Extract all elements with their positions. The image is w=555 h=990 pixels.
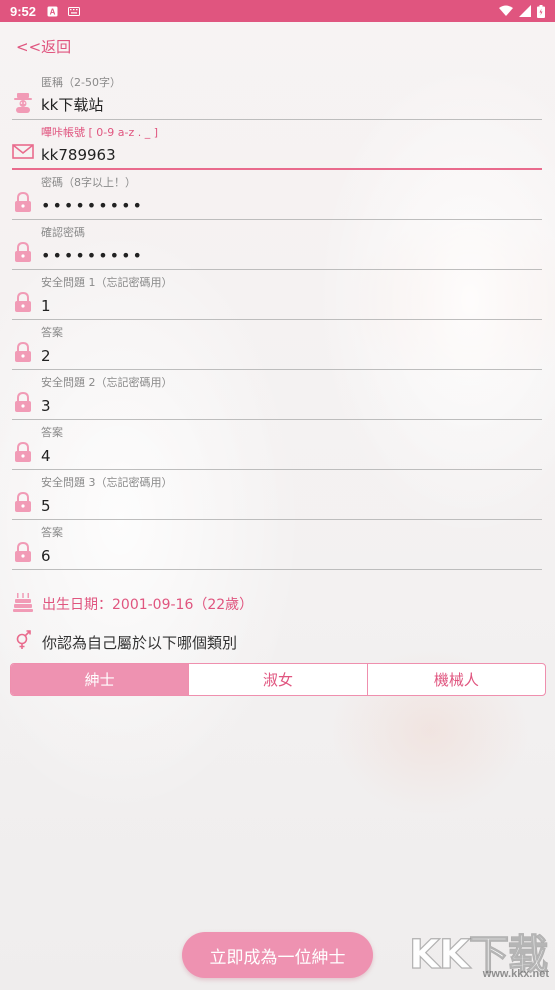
nickname-field[interactable]: 匿稱（2-50字） kk下载站: [12, 70, 542, 120]
gender-option-gentleman[interactable]: 紳士: [11, 664, 189, 695]
gender-icon: [12, 629, 34, 655]
svg-text:A: A: [49, 7, 55, 16]
watermark-url: www.kkx.net: [482, 968, 549, 980]
mail-icon: [12, 140, 34, 162]
field-value[interactable]: 3: [41, 397, 51, 415]
gender-option-robot[interactable]: 機械人: [366, 664, 545, 695]
birthday-row[interactable]: 出生日期：2001-09-16（22歲）: [12, 592, 253, 616]
field-value[interactable]: 5: [41, 497, 51, 515]
birthday-text[interactable]: 出生日期：2001-09-16（22歲）: [42, 594, 253, 614]
field-label: 匿稱（2-50字）: [41, 76, 121, 89]
field-label: 答案: [41, 426, 63, 439]
lock-icon: [12, 441, 34, 463]
field-label: 安全問題 2（忘記密碼用）: [41, 376, 173, 389]
security-question-1-field[interactable]: 安全問題 1（忘記密碼用） 1: [12, 270, 542, 320]
field-value[interactable]: kk下载站: [41, 94, 103, 115]
field-value[interactable]: •••••••••: [41, 246, 144, 265]
gender-question-text: 你認為自己屬於以下哪個類別: [42, 633, 238, 652]
field-label: 嗶咔帳號 [ 0-9 a-z . _ ]: [41, 126, 159, 139]
field-value[interactable]: kk789963: [41, 146, 116, 164]
field-value[interactable]: 4: [41, 447, 51, 465]
lock-icon: [12, 391, 34, 413]
lock-icon: [12, 541, 34, 563]
security-question-3-field[interactable]: 安全問題 3（忘記密碼用） 5: [12, 470, 542, 520]
user-icon: [12, 91, 34, 113]
signal-icon: [519, 5, 531, 17]
answer-2-field[interactable]: 答案 4: [12, 420, 542, 470]
lock-icon: [12, 191, 34, 213]
lock-icon: [12, 341, 34, 363]
a-icon: A: [46, 6, 58, 16]
back-link[interactable]: <<返回: [16, 36, 71, 57]
password-field[interactable]: 密碼（8字以上！） •••••••••: [12, 170, 542, 220]
lock-icon: [12, 291, 34, 313]
watermark: KK下载 www.kkx.net: [408, 922, 549, 986]
keyboard-icon: [68, 6, 81, 16]
field-label: 確認密碼: [41, 226, 85, 239]
field-value[interactable]: 1: [41, 297, 51, 315]
lock-icon: [12, 241, 34, 263]
answer-3-field[interactable]: 答案 6: [12, 520, 542, 570]
field-value[interactable]: 2: [41, 347, 51, 365]
field-label: 答案: [41, 526, 63, 539]
field-label: 安全問題 3（忘記密碼用）: [41, 476, 173, 489]
field-label: 答案: [41, 326, 63, 339]
battery-icon: [537, 4, 545, 18]
status-time: 9:52: [10, 3, 37, 19]
field-label: 密碼（8字以上！）: [41, 176, 136, 189]
gender-question: 你認為自己屬於以下哪個類別: [12, 630, 237, 654]
register-form: <<返回 匿稱（2-50字） kk下载站 嗶咔帳號 [ 0-9 a-z . _ …: [0, 22, 555, 990]
cake-icon: [12, 591, 34, 617]
account-field[interactable]: 嗶咔帳號 [ 0-9 a-z . _ ] kk789963: [12, 120, 542, 170]
security-question-2-field[interactable]: 安全問題 2（忘記密碼用） 3: [12, 370, 542, 420]
gender-option-lady[interactable]: 淑女: [188, 664, 366, 695]
gender-segmented-control: 紳士 淑女 機械人: [10, 663, 546, 696]
submit-button[interactable]: 立即成為一位紳士: [182, 932, 373, 978]
lock-icon: [12, 491, 34, 513]
field-value[interactable]: 6: [41, 547, 51, 565]
confirm-password-field[interactable]: 確認密碼 •••••••••: [12, 220, 542, 270]
field-value[interactable]: •••••••••: [41, 196, 144, 215]
field-label: 安全問題 1（忘記密碼用）: [41, 276, 173, 289]
status-bar: 9:52 A: [0, 0, 555, 22]
answer-1-field[interactable]: 答案 2: [12, 320, 542, 370]
wifi-icon: [499, 5, 513, 16]
